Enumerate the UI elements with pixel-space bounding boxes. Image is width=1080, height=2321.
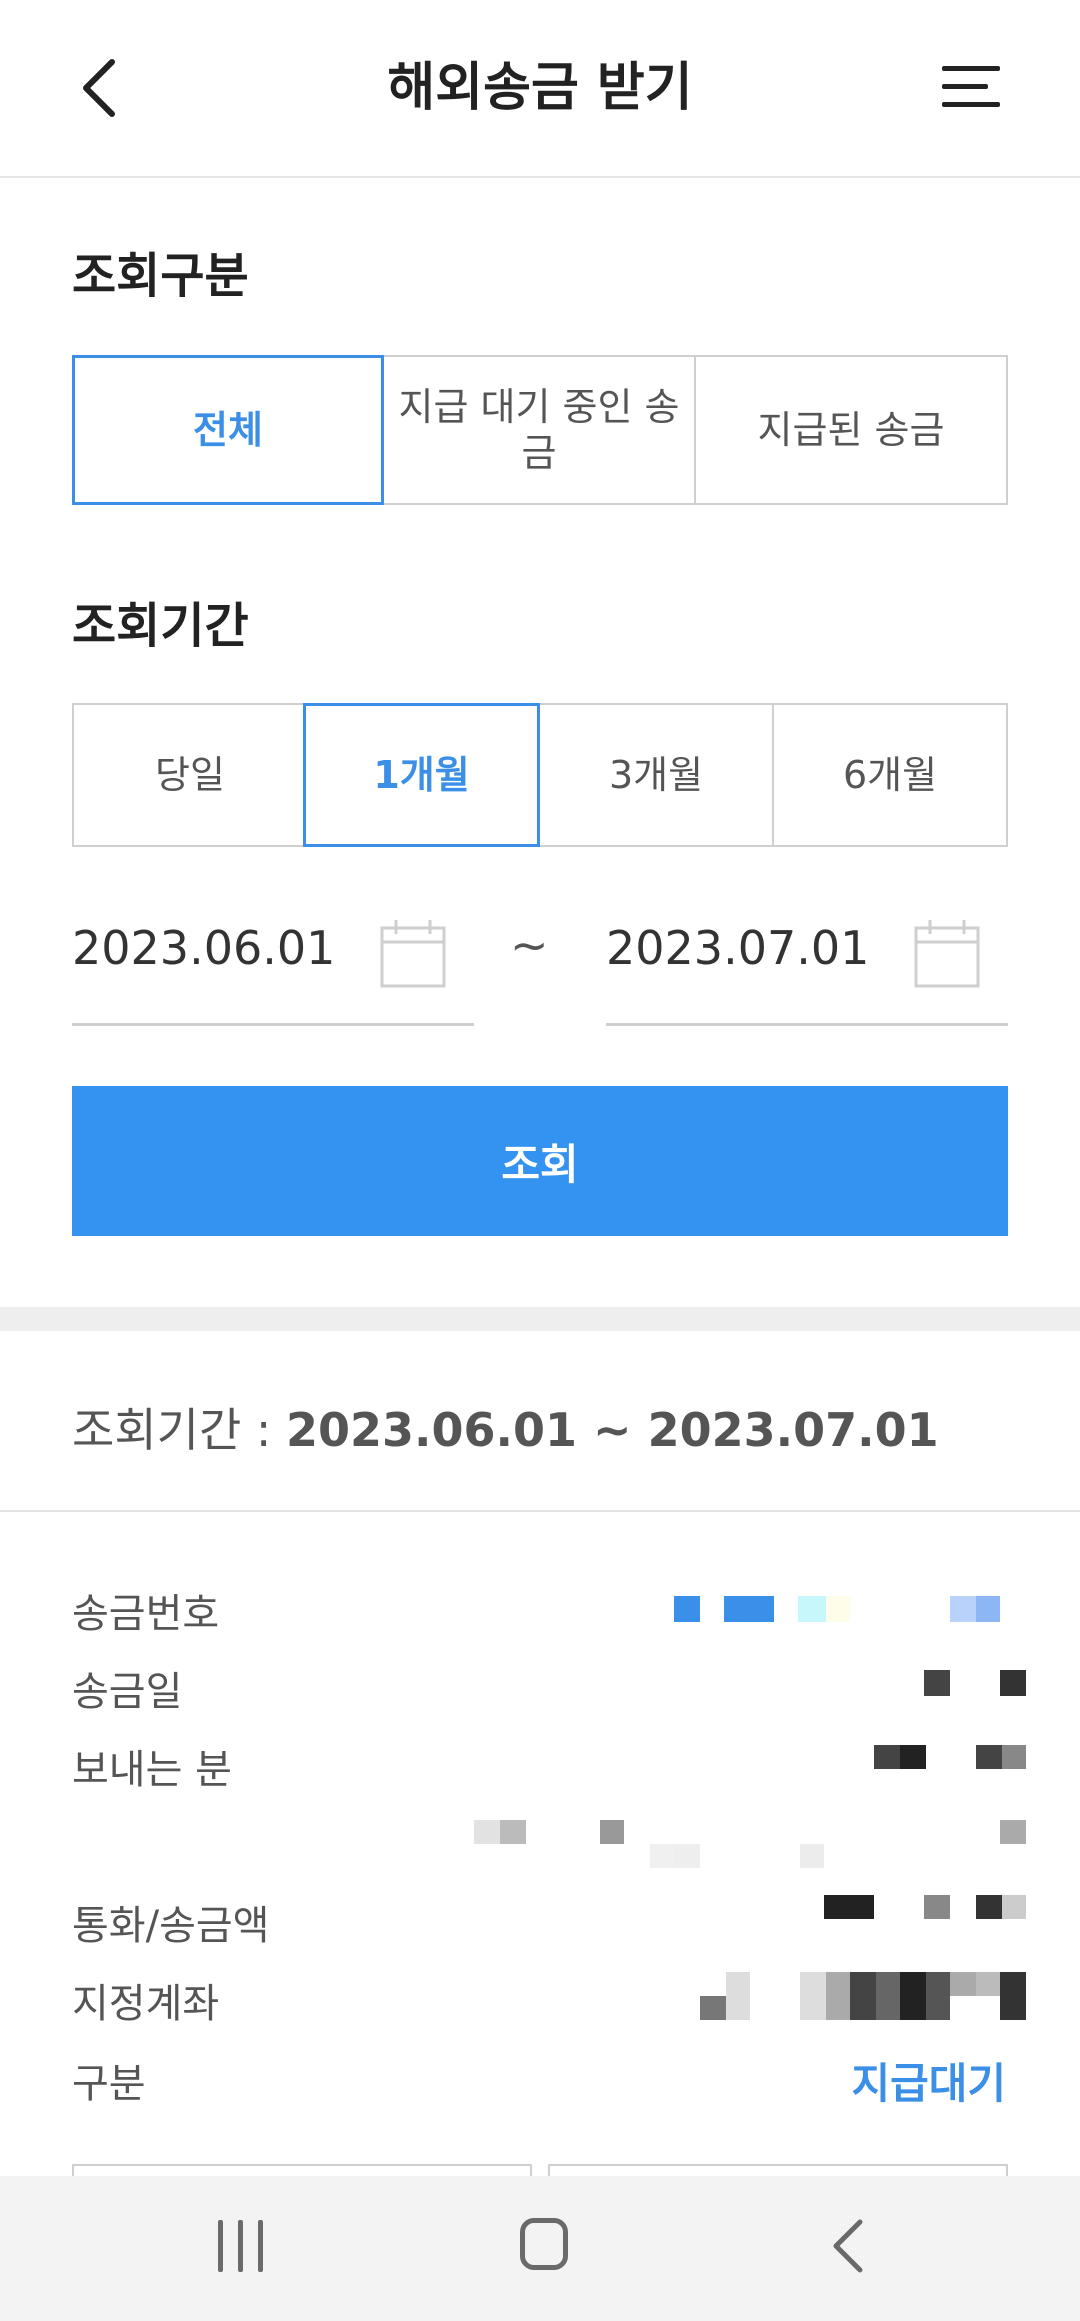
result-period-label: 조회기간 : — [72, 1403, 287, 1457]
row-label-category: 구분 — [72, 2061, 146, 2107]
search-button[interactable]: 조회 — [72, 1086, 1008, 1236]
inquiry-period-label: 조회기간 — [72, 598, 249, 654]
result-divider — [0, 1510, 1080, 1512]
start-date-field[interactable]: 2023.06.01 — [72, 890, 474, 1026]
page-title: 해외송금 받기 — [387, 58, 693, 118]
period-3months[interactable]: 3개월 — [538, 703, 774, 847]
period-1month[interactable]: 1개월 — [303, 703, 540, 847]
end-date-field[interactable]: 2023.07.01 — [606, 890, 1008, 1026]
app-header: 해외송금 받기 — [0, 0, 1080, 178]
home-icon[interactable] — [520, 2218, 568, 2270]
result-period-value: 2023.06.01 ~ 2023.07.01 — [286, 1403, 939, 1457]
menu-button[interactable] — [942, 62, 1000, 112]
inquiry-type-label: 조회구분 — [72, 248, 249, 304]
inquiry-type-paid[interactable]: 지급된 송금 — [694, 355, 1008, 505]
inquiry-type-pending-label: 지급 대기 중인 송금 — [398, 385, 680, 475]
period-today-label: 당일 — [155, 753, 225, 797]
back-icon — [833, 2219, 863, 2273]
inquiry-type-all[interactable]: 전체 — [72, 355, 384, 505]
system-navigation-bar — [0, 2176, 1080, 2321]
period-1month-label: 1개월 — [373, 753, 470, 797]
calendar-icon — [914, 920, 980, 988]
date-separator: ~ — [510, 918, 549, 972]
end-date-value: 2023.07.01 — [606, 921, 870, 975]
calendar-icon — [380, 920, 446, 988]
inquiry-type-paid-label: 지급된 송금 — [757, 408, 945, 452]
inquiry-type-all-label: 전체 — [193, 408, 263, 452]
status-value: 지급대기 — [851, 2059, 1006, 2108]
result-period: 조회기간 : 2023.06.01 ~ 2023.07.01 — [72, 1398, 939, 1462]
row-label-sender: 보내는 분 — [72, 1747, 232, 1793]
period-6months-label: 6개월 — [842, 753, 938, 797]
start-date-value: 2023.06.01 — [72, 921, 336, 975]
search-button-label: 조회 — [501, 1140, 579, 1188]
row-label-remittance-number: 송금번호 — [72, 1591, 220, 1637]
inquiry-type-pending[interactable]: 지급 대기 중인 송금 — [382, 355, 696, 505]
system-back-button[interactable] — [826, 2216, 872, 2276]
row-label-designated-account: 지정계좌 — [72, 1981, 220, 2027]
recent-apps-button[interactable] — [216, 2220, 266, 2272]
period-3months-label: 3개월 — [608, 753, 704, 797]
period-6months[interactable]: 6개월 — [772, 703, 1008, 847]
section-divider-band — [0, 1307, 1080, 1331]
period-today[interactable]: 당일 — [72, 703, 308, 847]
row-label-remittance-date: 송금일 — [72, 1669, 183, 1715]
row-label-currency-amount: 통화/송금액 — [72, 1903, 270, 1949]
